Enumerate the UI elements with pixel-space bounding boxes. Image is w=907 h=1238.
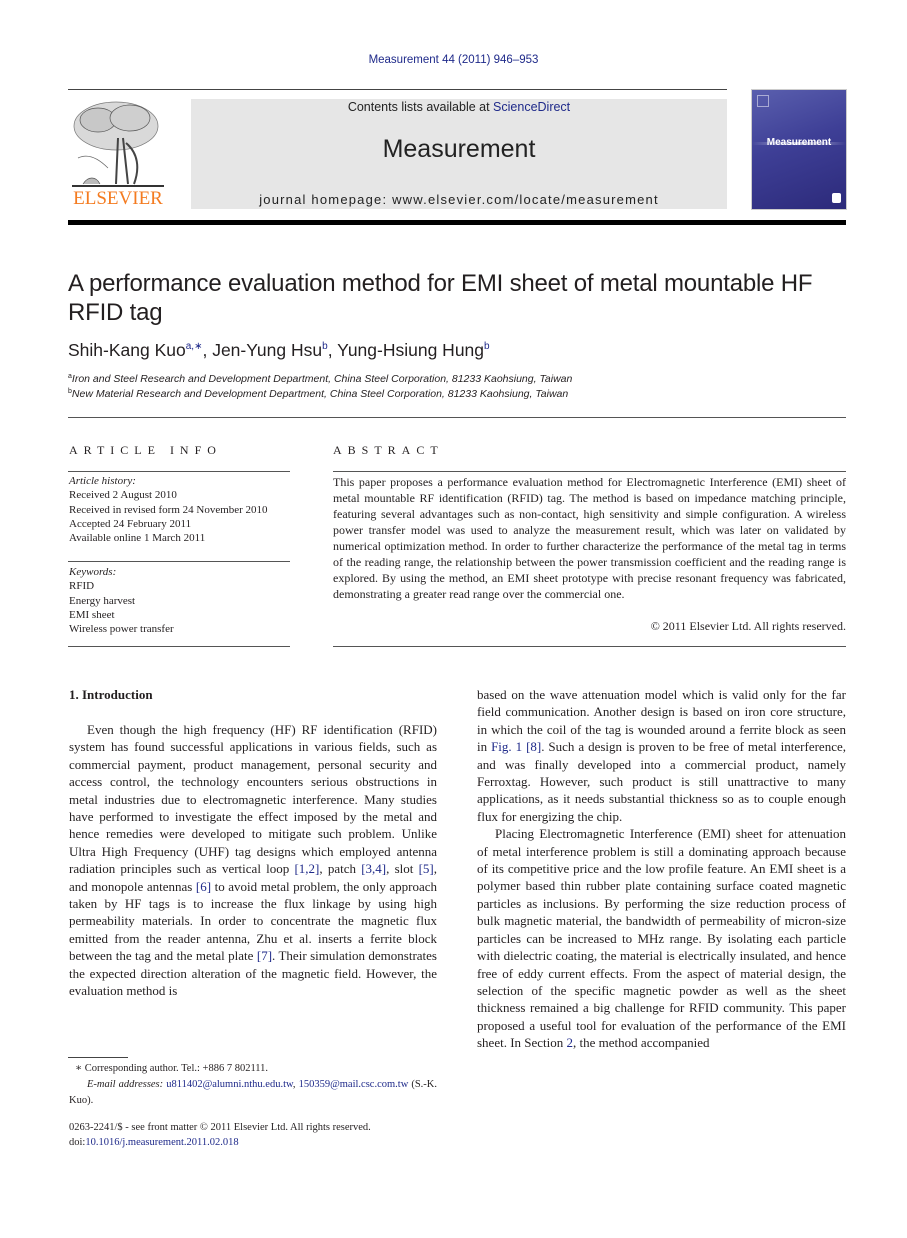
affiliation-a: aIron and Steel Research and Development…: [68, 373, 572, 385]
doi-link[interactable]: 10.1016/j.measurement.2011.02.018: [85, 1137, 238, 1148]
keywords-label: Keywords:: [69, 566, 117, 578]
keyword-item: Wireless power transfer: [69, 623, 174, 636]
email-link[interactable]: 150359@mail.csc.com.tw: [299, 1079, 409, 1090]
affiliation-text: New Material Research and Development De…: [71, 388, 569, 400]
author-separator: ,: [327, 340, 338, 360]
cover-badge-icon: [832, 193, 841, 203]
elsevier-wordmark: ELSEVIER: [73, 188, 163, 209]
footnotes: ∗ Corresponding author. Tel.: +886 7 802…: [69, 1061, 437, 1109]
article-history: Article history: Received 2 August 2010 …: [69, 474, 299, 545]
keywords-block: Keywords: RFID Energy harvest EMI sheet …: [69, 565, 299, 636]
cover-emblem-icon: [757, 95, 769, 107]
sciencedirect-link[interactable]: ScienceDirect: [493, 100, 570, 114]
author-name: Yung-Hsiung Hung: [337, 340, 485, 360]
cover-title: Measurement: [766, 137, 832, 148]
citation-link[interactable]: [3,4]: [361, 861, 386, 876]
journal-title: Measurement: [382, 135, 536, 163]
email-label: E-mail addresses:: [87, 1079, 164, 1090]
abstract-rule: [333, 471, 846, 472]
author-list: Shih-Kang Kuoa,∗, Jen-Yung Hsu b, Yung-Hs…: [68, 340, 490, 361]
citation-link[interactable]: [5]: [419, 861, 434, 876]
affiliation-text: Iron and Steel Research and Development …: [71, 373, 573, 385]
doi-label: doi:: [69, 1136, 86, 1148]
corresponding-author-note: ∗ Corresponding author. Tel.: +886 7 802…: [75, 1063, 269, 1074]
article-title: A performance evaluation method for EMI …: [68, 270, 813, 326]
journal-cover-image[interactable]: Measurement: [751, 89, 847, 210]
body-text: , the method accompanied: [573, 1035, 710, 1051]
keyword-item: Energy harvest: [69, 594, 136, 607]
article-info-rule: [68, 471, 290, 472]
abstract-heading: ABSTRACT: [333, 443, 444, 457]
front-matter: 0263-2241/$ - see front matter © 2011 El…: [69, 1121, 437, 1150]
email-note: E-mail addresses: u811402@alumni.nthu.ed…: [69, 1079, 438, 1106]
author-affiliation-link[interactable]: a,∗: [186, 341, 203, 352]
article-info-heading: ARTICLE INFO: [69, 443, 222, 457]
issn-line: 0263-2241/$ - see front matter © 2011 El…: [69, 1122, 371, 1133]
article-info-rule: [68, 561, 290, 562]
author-separator: ,: [202, 340, 213, 360]
article-info-rule: [68, 646, 290, 647]
author-affiliation-link[interactable]: b: [484, 341, 490, 352]
body-column-right: based on the wave attenuation model whic…: [477, 686, 846, 1052]
keyword-item: RFID: [69, 580, 95, 593]
body-text: , slot: [386, 861, 419, 877]
abstract-rule: [333, 646, 846, 647]
footnote-rule: [68, 1057, 128, 1058]
intro-paragraph: based on the wave attenuation model whic…: [477, 686, 846, 825]
history-label: Article history:: [69, 475, 136, 487]
author-name: Jen-Yung Hsu: [212, 340, 323, 360]
email-link[interactable]: u811402@alumni.nthu.edu.tw: [166, 1079, 293, 1090]
tree-icon: [72, 101, 164, 187]
journal-citation-link[interactable]: Measurement 44 (2011) 946–953: [0, 54, 907, 66]
history-item: Received in revised form 24 November 201…: [69, 503, 268, 516]
elsevier-logo[interactable]: ELSEVIER: [68, 98, 168, 210]
citation-link[interactable]: [1,2]: [294, 861, 319, 876]
intro-paragraph: Placing Electromagnetic Interference (EM…: [477, 825, 846, 1051]
body-text: Placing Electromagnetic Interference (EM…: [477, 826, 846, 1051]
body-column-left: Even though the high frequency (HF) RF i…: [69, 721, 437, 1000]
intro-paragraph: Even though the high frequency (HF) RF i…: [69, 721, 437, 1000]
section-rule: [68, 417, 846, 418]
history-item: Received 2 August 2010: [69, 489, 177, 502]
figure-link[interactable]: Fig. 1: [491, 739, 522, 754]
citation-link[interactable]: [7]: [257, 948, 272, 963]
header-rule: [68, 89, 727, 90]
journal-masthead: Contents lists available at ScienceDirec…: [191, 99, 727, 209]
abstract-copyright: © 2011 Elsevier Ltd. All rights reserved…: [650, 619, 846, 633]
contents-availability: Contents lists available at ScienceDirec…: [191, 100, 727, 114]
keyword-item: EMI sheet: [69, 608, 115, 621]
abstract-text: This paper proposes a performance evalua…: [333, 475, 846, 601]
affiliation-b: bNew Material Research and Development D…: [68, 388, 568, 400]
history-item: Accepted 24 February 2011: [69, 517, 192, 530]
citation-link[interactable]: [6]: [196, 879, 211, 894]
header-thick-rule: [68, 220, 846, 225]
contents-label: Contents lists available at: [347, 100, 494, 114]
body-text: Even though the high frequency (HF) RF i…: [69, 722, 437, 877]
body-text: , patch: [319, 861, 362, 877]
citation-link[interactable]: [8]: [526, 739, 541, 754]
journal-homepage-link[interactable]: journal homepage: www.elsevier.com/locat…: [191, 192, 727, 207]
doi-line: doi:10.1016/j.measurement.2011.02.018: [69, 1136, 437, 1151]
author-name: Shih-Kang Kuo: [68, 340, 186, 360]
introduction-heading: 1. Introduction: [69, 687, 153, 702]
history-item: Available online 1 March 2011: [69, 532, 206, 545]
